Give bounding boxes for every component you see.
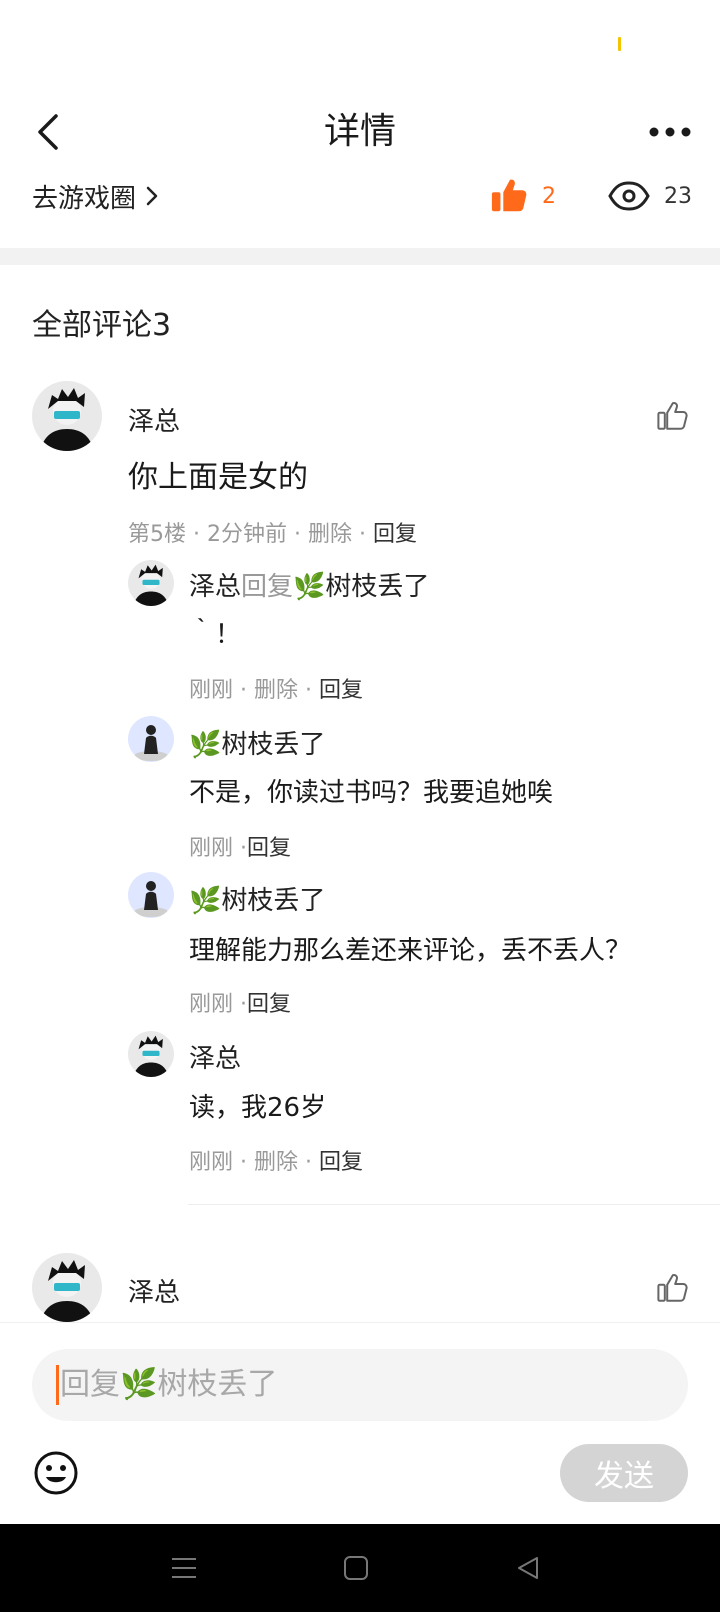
reply-meta: 刚刚 · 删除 · 回复 (189, 1150, 364, 1175)
comment-floor: 第5楼 (128, 522, 186, 547)
system-back-button[interactable] (504, 1544, 552, 1592)
comment-divider (188, 1204, 720, 1205)
menu-icon (172, 1558, 196, 1578)
reply-link[interactable]: 回复 (247, 836, 291, 861)
reply-target[interactable]: 🌿树枝丢了 (293, 572, 429, 602)
view-stat: 23 (608, 176, 692, 216)
section-divider (0, 248, 720, 265)
comment-meta: 第5楼 · 2分钟前 · 删除 · 回复 (128, 522, 417, 547)
comment-like-button[interactable] (652, 396, 692, 436)
reply-header: 泽总回复🌿树枝丢了 (189, 566, 429, 603)
delete-link[interactable]: 删除 (254, 678, 298, 703)
reply-composer: 回复🌿树枝丢了 发送 (0, 1322, 720, 1525)
reply-text: 读，我26岁 (189, 1093, 327, 1123)
avatar[interactable] (128, 872, 174, 918)
comment-time: 2分钟前 (206, 522, 287, 547)
home-button[interactable] (332, 1544, 380, 1592)
delete-link[interactable]: 删除 (254, 1150, 298, 1175)
reply-author[interactable]: 泽总 (189, 1038, 241, 1075)
thumb-up-outline-icon (657, 1274, 688, 1302)
reply-text: ｀！ (189, 620, 242, 650)
avatar[interactable] (128, 1031, 174, 1077)
reply-input[interactable]: 回复🌿树枝丢了 (32, 1349, 688, 1421)
reply-link[interactable]: 回复 (247, 992, 291, 1017)
thumb-up-outline-icon (657, 402, 688, 430)
emoji-icon (34, 1451, 78, 1495)
post-like-button[interactable]: 2 (490, 176, 556, 216)
avatar[interactable] (32, 381, 102, 451)
top-bar: 详情 (0, 88, 720, 177)
chevron-right-icon (146, 186, 158, 206)
reply-time: 刚刚 (189, 992, 234, 1017)
reply-word: 回复 (241, 572, 294, 602)
reply-author[interactable]: 🌿树枝丢了 (189, 880, 325, 917)
reply-text: 理解能力那么差还来评论，丢不丢人？ (189, 936, 632, 966)
back-arrow-icon (38, 114, 58, 150)
like-count: 2 (542, 183, 556, 209)
reply-author[interactable]: 泽总 (189, 572, 241, 602)
status-indicator (618, 37, 621, 51)
reply-link[interactable]: 回复 (319, 1150, 363, 1175)
thumb-up-filled-icon (491, 179, 527, 212)
reply-link[interactable]: 回复 (319, 678, 363, 703)
page-title: 详情 (323, 111, 396, 152)
reply-input-placeholder: 回复🌿树枝丢了 (60, 1367, 278, 1402)
send-button[interactable]: 发送 (560, 1444, 688, 1502)
delete-link[interactable]: 删除 (308, 522, 352, 547)
reply-time: 刚刚 (189, 1150, 234, 1175)
game-circle-link[interactable]: 去游戏圈 (32, 176, 158, 216)
avatar[interactable] (128, 716, 174, 762)
status-bar (0, 0, 720, 88)
home-square-icon (344, 1556, 368, 1580)
reply-meta: 刚刚 ·回复 (189, 992, 292, 1017)
comment-text: 你上面是女的 (128, 460, 308, 495)
menu-button[interactable] (160, 1544, 208, 1592)
comment-author[interactable]: 泽总 (128, 401, 180, 438)
reply-meta: 刚刚 ·回复 (189, 836, 292, 861)
reply-time: 刚刚 (189, 836, 234, 861)
reply-time: 刚刚 (189, 678, 234, 703)
more-dots-icon (649, 127, 691, 137)
reply-author[interactable]: 🌿树枝丢了 (189, 724, 325, 761)
reply-text: 不是，你读过书吗？我要追她唉 (189, 778, 554, 808)
comment-author[interactable]: 泽总 (128, 1272, 180, 1309)
reply-link[interactable]: 回复 (373, 522, 417, 547)
game-circle-label: 去游戏圈 (32, 183, 137, 214)
post-meta-row: 去游戏圈 2 23 (0, 176, 720, 248)
avatar[interactable] (32, 1253, 102, 1322)
comments-header: 全部评论3 (32, 308, 172, 343)
eye-icon (608, 181, 650, 211)
more-button[interactable] (640, 108, 700, 156)
avatar[interactable] (128, 560, 174, 606)
back-triangle-icon (518, 1557, 538, 1579)
back-button[interactable] (24, 108, 72, 156)
comment-like-button[interactable] (652, 1268, 692, 1308)
text-caret (56, 1365, 59, 1405)
view-count: 23 (664, 183, 692, 209)
emoji-button[interactable] (32, 1449, 80, 1497)
system-navigation-bar (0, 1524, 720, 1612)
reply-meta: 刚刚 · 删除 · 回复 (189, 678, 364, 703)
